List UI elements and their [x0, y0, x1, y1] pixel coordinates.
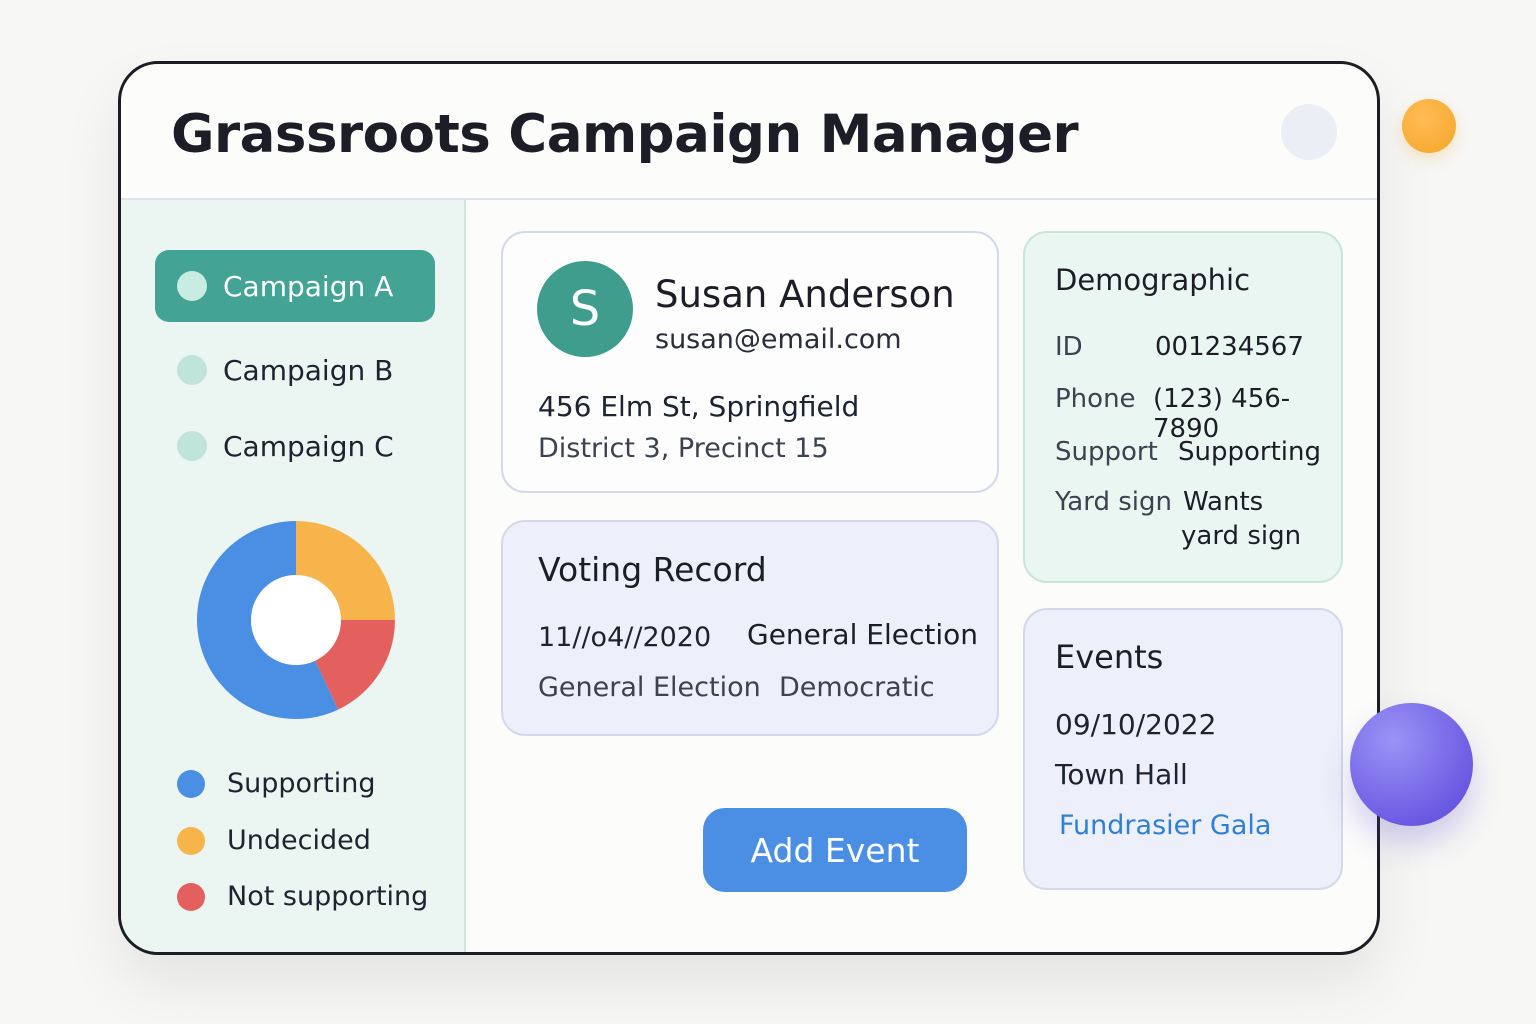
- app-title: Grassroots Campaign Manager: [171, 104, 1079, 165]
- decorative-purple-orb: [1350, 703, 1473, 826]
- sidebar: Campaign A Campaign B Campaign C Support…: [121, 200, 466, 952]
- support-donut-chart: [197, 521, 395, 719]
- title-bar: Grassroots Campaign Manager: [121, 64, 1377, 200]
- sidebar-item-label: Campaign B: [223, 353, 394, 387]
- legend-label: Undecided: [227, 825, 371, 856]
- voting-record-title: Voting Record: [538, 550, 767, 589]
- support-label: Support: [1055, 437, 1158, 467]
- yard-sign-value-line2: yard sign: [1181, 521, 1302, 551]
- decorative-orange-orb: [1402, 99, 1456, 153]
- voting-election-type: General Election: [747, 618, 978, 651]
- yard-sign-label: Yard sign: [1055, 487, 1172, 517]
- campaign-dot-icon: [177, 431, 207, 461]
- donut-hole: [251, 575, 341, 665]
- voting-party: Democratic: [779, 672, 935, 703]
- sidebar-item-campaign-b[interactable]: Campaign B: [155, 334, 435, 406]
- legend-item-undecided: Undecided: [177, 825, 371, 856]
- event-item: Town Hall: [1055, 758, 1188, 791]
- phone-value: (123) 456-7890: [1153, 384, 1291, 444]
- campaign-dot-icon: [177, 355, 207, 385]
- user-menu-button[interactable]: [1281, 104, 1337, 160]
- add-event-button[interactable]: Add Event: [703, 808, 967, 892]
- avatar: S: [537, 261, 633, 357]
- legend-dot-blue-icon: [177, 769, 205, 798]
- voter-profile-card: S Susan Anderson susan@email.com 456 Elm…: [501, 231, 999, 493]
- events-card: Events 09/10/2022 Town Hall Fundrasier G…: [1023, 608, 1343, 890]
- legend-item-supporting: Supporting: [177, 768, 376, 799]
- sidebar-item-label: Campaign C: [223, 429, 394, 463]
- events-title: Events: [1055, 638, 1164, 676]
- event-link[interactable]: Fundrasier Gala: [1059, 810, 1271, 841]
- voter-email: susan@email.com: [655, 324, 902, 355]
- yard-sign-value: Wants: [1183, 487, 1264, 517]
- legend-dot-red-icon: [177, 882, 205, 911]
- sidebar-item-campaign-c[interactable]: Campaign C: [155, 410, 435, 482]
- voter-name: Susan Anderson: [655, 273, 955, 316]
- id-label: ID: [1055, 332, 1083, 362]
- voting-date: 11//o4//2020: [538, 622, 712, 653]
- event-date: 09/10/2022: [1055, 708, 1217, 741]
- legend-label: Supporting: [227, 768, 376, 799]
- demographic-card: Demographic ID 001234567 Phone (123) 456…: [1023, 231, 1343, 583]
- campaign-dot-icon: [177, 271, 207, 301]
- support-value: Supporting: [1178, 437, 1321, 467]
- phone-label: Phone: [1055, 384, 1136, 414]
- app-window: Grassroots Campaign Manager Campaign A C…: [118, 61, 1380, 955]
- id-value: 001234567: [1155, 332, 1304, 362]
- demographic-title: Demographic: [1055, 263, 1251, 297]
- voter-district: District 3, Precinct 15: [538, 433, 829, 464]
- voting-record-card: Voting Record 11//o4//2020 General Elect…: [501, 520, 999, 736]
- sidebar-item-campaign-a[interactable]: Campaign A: [155, 250, 435, 322]
- voter-address: 456 Elm St, Springfield: [538, 390, 860, 423]
- legend-dot-orange-icon: [177, 826, 205, 855]
- legend-item-not-supporting: Not supporting: [177, 881, 428, 912]
- voting-election-type-secondary: General Election: [538, 672, 761, 703]
- sidebar-item-label: Campaign A: [223, 269, 394, 303]
- legend-label: Not supporting: [227, 881, 429, 912]
